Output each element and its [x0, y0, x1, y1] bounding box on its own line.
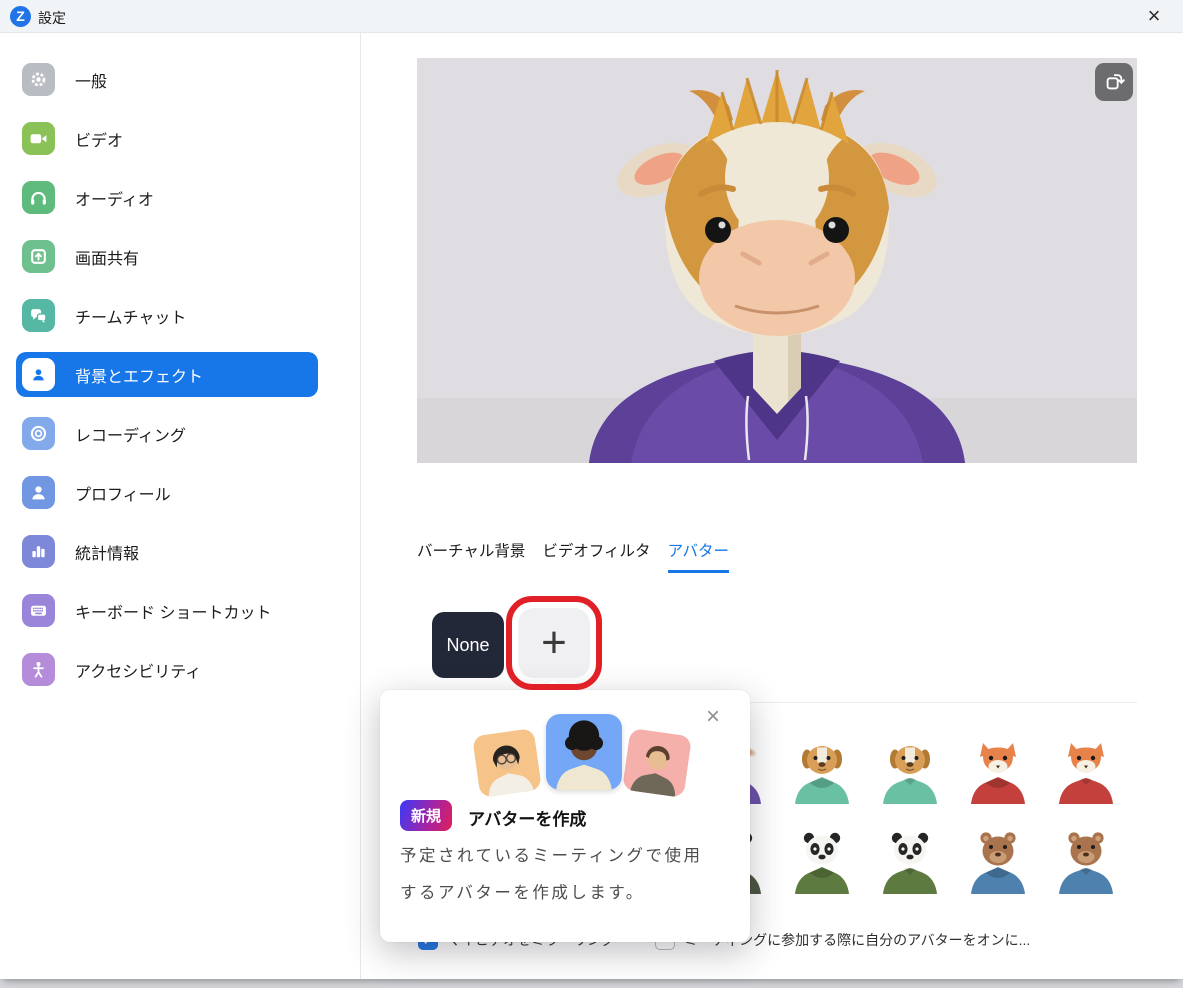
sidebar-item-label: プロフィール [75, 481, 171, 505]
sidebar-item-profile[interactable]: プロフィール [16, 470, 318, 515]
avatar-item-bear-blue-hoodie[interactable] [963, 828, 1033, 894]
sidebar-item-label: 統計情報 [75, 540, 139, 564]
screen-share-icon [22, 240, 55, 273]
rotate-icon [1103, 71, 1125, 93]
sidebar-item-team-chat[interactable]: チームチャット [16, 293, 318, 338]
cow-avatar-preview [417, 58, 1137, 463]
video-icon [22, 122, 55, 155]
effects-tabs: バーチャル背景ビデオフィルタアバター [417, 539, 729, 573]
popup-description-line2: するアバターを作成します。 [400, 875, 736, 912]
gear-icon [22, 63, 55, 96]
sidebar-item-label: アクセシビリティ [75, 658, 201, 682]
avatar-item-panda-green-tshirt[interactable] [875, 828, 945, 894]
sidebar-item-label: オーディオ [75, 186, 154, 210]
sidebar-item-screen-share[interactable]: 画面共有 [16, 234, 318, 279]
sidebar-item-recording[interactable]: レコーディング [16, 411, 318, 456]
sidebar-item-keyboard-shortcuts[interactable]: キーボード ショートカット [16, 588, 318, 633]
settings-content: バーチャル背景ビデオフィルタアバター None + ✓マイビデオをミラーリングミ… [361, 33, 1183, 979]
avatar-none-button[interactable]: None [432, 612, 504, 678]
popup-title: アバターを作成 [468, 805, 586, 830]
stats-icon [22, 535, 55, 568]
tab-virtual-background[interactable]: バーチャル背景 [417, 539, 525, 573]
accessibility-icon [22, 653, 55, 686]
settings-window: Z 設定 × 一般ビデオオーディオ画面共有チームチャット背景とエフェクトレコーデ… [0, 0, 1183, 979]
new-badge: 新規 [400, 800, 452, 831]
chat-icon [22, 299, 55, 332]
sidebar-item-label: チームチャット [75, 304, 186, 328]
sidebar-item-audio[interactable]: オーディオ [16, 175, 318, 220]
sidebar-item-label: キーボード ショートカット [75, 599, 271, 623]
avatar-item-bear-blue-tshirt[interactable] [1051, 828, 1121, 894]
sidebar-item-label: ビデオ [75, 127, 123, 151]
avatar-item-fox-red-hoodie[interactable] [963, 738, 1033, 804]
zoom-logo-icon: Z [10, 6, 31, 27]
popup-close-button[interactable]: × [698, 702, 728, 732]
popup-description: 予定されているミーティングで使用 するアバターを作成します。 [400, 838, 736, 912]
sidebar-item-label: 一般 [75, 68, 107, 92]
avatar-item-panda-green-hoodie[interactable] [787, 828, 857, 894]
window-title: 設定 [38, 8, 66, 28]
window-close-button[interactable]: × [1139, 2, 1169, 30]
avatar-item-dog-teal-tshirt[interactable] [875, 738, 945, 804]
sidebar-item-video[interactable]: ビデオ [16, 116, 318, 161]
headphones-icon [22, 181, 55, 214]
sidebar-item-label: 画面共有 [75, 245, 139, 269]
window-titlebar: Z 設定 × [0, 0, 1183, 33]
create-avatar-popup: × 新規 アバターを作成 予定されているミーティングで使用 するアバターを作成し… [380, 690, 750, 942]
tab-avatar[interactable]: アバター [668, 539, 729, 573]
sidebar-item-general[interactable]: 一般 [16, 57, 318, 102]
human-avatar-glasses [472, 728, 542, 798]
avatar-examples [476, 714, 688, 814]
human-avatar-right [622, 728, 692, 798]
sidebar: 一般ビデオオーディオ画面共有チームチャット背景とエフェクトレコーディングプロフィ… [0, 33, 361, 979]
avatar-preview [417, 58, 1137, 463]
sidebar-item-statistics[interactable]: 統計情報 [16, 529, 318, 574]
popup-arrow [543, 680, 564, 701]
avatar-item-fox-red-tshirt[interactable] [1051, 738, 1121, 804]
human-avatar-center [546, 714, 622, 790]
sidebar-item-label: 背景とエフェクト [75, 363, 203, 387]
tab-video-filter[interactable]: ビデオフィルタ [542, 539, 650, 573]
sidebar-item-background-effects[interactable]: 背景とエフェクト [16, 352, 318, 397]
avatar-add-button[interactable]: + [518, 608, 590, 678]
popup-description-line1: 予定されているミーティングで使用 [400, 838, 736, 875]
sidebar-item-label: レコーディング [75, 422, 186, 446]
keyboard-icon [22, 594, 55, 627]
person-badge-icon [22, 358, 55, 391]
profile-icon [22, 476, 55, 509]
record-icon [22, 417, 55, 450]
avatar-item-dog-teal-hoodie[interactable] [787, 738, 857, 804]
rotate-avatar-button[interactable] [1095, 63, 1133, 101]
sidebar-item-accessibility[interactable]: アクセシビリティ [16, 647, 318, 692]
